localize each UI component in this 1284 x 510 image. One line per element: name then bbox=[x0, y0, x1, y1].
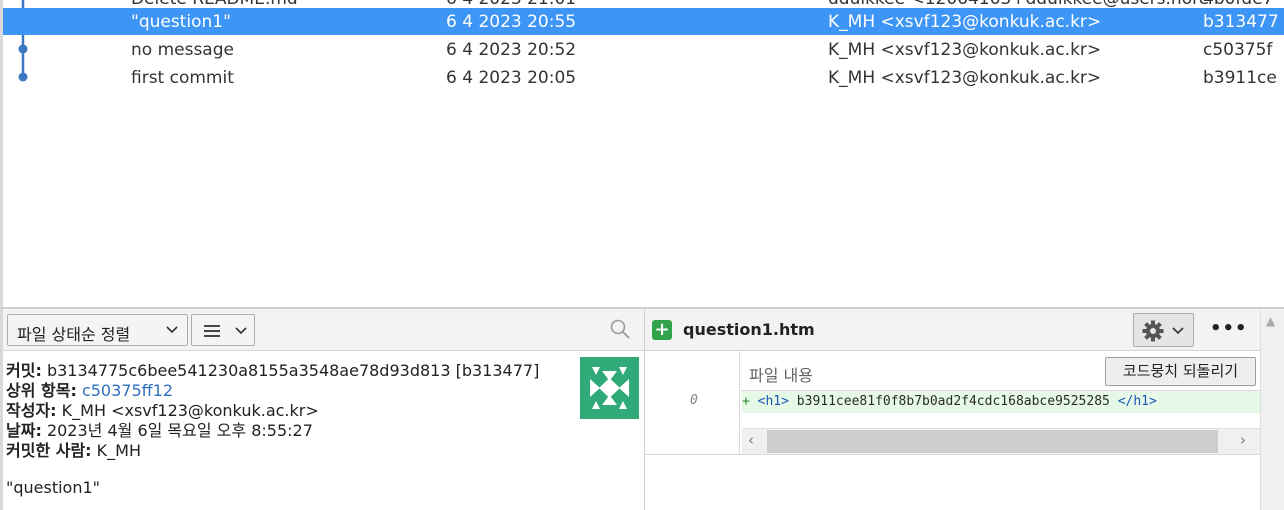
commit-history-list[interactable]: Delete README.md 6 4 2023 21:01 ddulkkee… bbox=[0, 0, 1284, 308]
avatar bbox=[580, 357, 639, 419]
scroll-left-icon[interactable]: ‹ bbox=[748, 431, 754, 449]
chevron-down-icon bbox=[1172, 327, 1184, 335]
commit-hash: b3911ce bbox=[1203, 68, 1277, 88]
scroll-right-icon[interactable]: › bbox=[1240, 431, 1246, 449]
committer-label: 커밋한 사람: bbox=[6, 441, 92, 460]
commit-message: "question1" bbox=[131, 12, 231, 32]
code-text: b3911cee81f0f8b7b0ad2f4cdc168abce9525285 bbox=[796, 394, 1110, 409]
diff-options-dropdown[interactable] bbox=[1133, 313, 1194, 347]
gear-icon bbox=[1142, 320, 1164, 342]
diff-divider bbox=[645, 454, 1260, 455]
scroll-up-icon[interactable]: ▲ bbox=[1266, 314, 1275, 328]
view-mode-dropdown[interactable] bbox=[191, 314, 255, 346]
added-line-marker: + bbox=[742, 394, 750, 409]
committer-value: K_MH bbox=[96, 441, 141, 460]
diff-file-name: question1.htm bbox=[683, 320, 815, 339]
commit-date: 6 4 2023 20:05 bbox=[446, 68, 577, 88]
details-toolbar: 파일 상태순 정렬 bbox=[3, 309, 644, 351]
vertical-scrollbar[interactable] bbox=[1260, 309, 1284, 510]
hunk-header-label: 파일 내용 bbox=[749, 366, 813, 385]
commit-hash: c50375f bbox=[1203, 40, 1273, 60]
more-options-icon[interactable]: ••• bbox=[1210, 318, 1248, 339]
code-open-tag: <h1> bbox=[757, 394, 789, 409]
diff-added-line: + <h1> b3911cee81f0f8b7b0ad2f4cdc168abce… bbox=[742, 391, 1260, 413]
commit-hash: b313477 bbox=[1203, 12, 1279, 32]
revert-hunk-button[interactable]: 코드뭉치 되돌리기 bbox=[1105, 357, 1256, 386]
diff-line-number: 0 bbox=[690, 393, 698, 408]
commit-row-selected[interactable]: "question1" 6 4 2023 20:55 K_MH <xsvf123… bbox=[3, 8, 1284, 35]
code-close-tag: </h1> bbox=[1117, 394, 1157, 409]
sort-order-dropdown[interactable]: 파일 상태순 정렬 bbox=[7, 314, 188, 346]
committer-line: 커밋한 사람: K_MH bbox=[6, 437, 141, 461]
commit-message-body: "question1" bbox=[6, 478, 101, 497]
chevron-down-icon bbox=[166, 326, 178, 334]
commit-row[interactable]: no message 6 4 2023 20:52 K_MH <xsvf123@… bbox=[3, 36, 1284, 63]
horizontal-scrollbar-thumb[interactable] bbox=[767, 430, 1218, 453]
commit-date: 6 4 2023 20:55 bbox=[446, 12, 577, 32]
commit-date: 6 4 2023 20:52 bbox=[446, 40, 577, 60]
search-icon[interactable] bbox=[609, 318, 631, 340]
commit-message: no message bbox=[131, 40, 234, 60]
commit-message: first commit bbox=[131, 68, 234, 88]
commit-author: K_MH <xsvf123@konkuk.ac.kr> bbox=[828, 40, 1102, 60]
commit-row[interactable]: first commit 6 4 2023 20:05 K_MH <xsvf12… bbox=[3, 64, 1284, 91]
chevron-down-icon bbox=[235, 327, 247, 335]
commit-author: K_MH <xsvf123@konkuk.ac.kr> bbox=[828, 12, 1102, 32]
file-added-icon: + bbox=[652, 320, 672, 340]
commit-author: K_MH <xsvf123@konkuk.ac.kr> bbox=[828, 68, 1102, 88]
sort-order-label: 파일 상태순 정렬 bbox=[17, 325, 131, 344]
list-icon bbox=[204, 325, 220, 337]
